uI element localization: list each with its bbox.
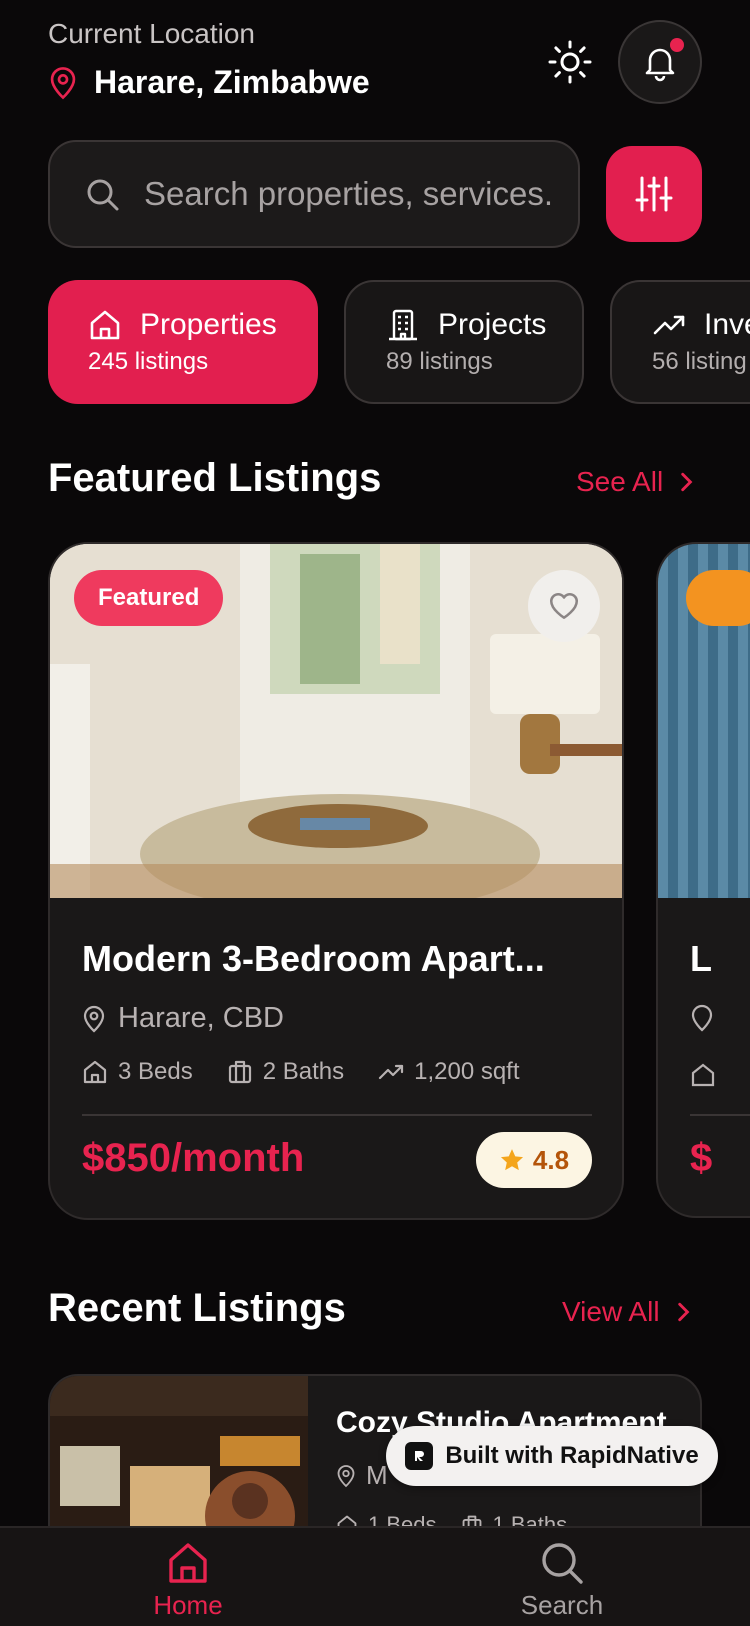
home-icon (83, 1060, 107, 1084)
location-selector[interactable]: Harare, Zimbabwe (48, 64, 370, 101)
star-icon (500, 1149, 523, 1171)
listing-badge (686, 570, 750, 626)
category-label: Properties (140, 308, 277, 341)
listing-title: L (690, 938, 712, 979)
area-text: 1,200 sqft (414, 1058, 520, 1085)
chevron-right-icon (681, 472, 693, 492)
listing-meta: 3 Beds 2 Baths 1,200 sqft (82, 1058, 520, 1086)
view-all-label: View All (562, 1296, 660, 1327)
home-icon (90, 310, 120, 340)
area-info: 1,200 sqft (378, 1058, 520, 1086)
search-placeholder: Search properties, services. (144, 175, 554, 212)
divider (82, 1114, 592, 1116)
recent-title: Recent Listings (48, 1286, 346, 1330)
trending-up-icon (653, 315, 685, 335)
map-pin-icon (83, 1005, 105, 1032)
map-pin-icon (691, 1004, 713, 1032)
category-projects[interactable]: Projects 89 listings (344, 280, 584, 404)
map-pin-icon (337, 1464, 355, 1487)
rapidnative-label: Built with RapidNative (445, 1442, 699, 1469)
see-all-link[interactable]: See All (576, 466, 697, 498)
listing-location: M (336, 1460, 388, 1491)
listing-title: Modern 3-Bedroom Apart... (82, 938, 545, 979)
category-investments[interactable]: Inve 56 listing (610, 280, 750, 404)
trending-up-icon (379, 1064, 404, 1080)
featured-listing-card[interactable]: Featured Modern 3-Bedroom Apart... Harar… (48, 542, 624, 1220)
category-label: Projects (438, 308, 547, 341)
nav-home-label: Home (153, 1590, 223, 1620)
featured-badge: Featured (74, 570, 224, 626)
filter-button[interactable] (606, 146, 702, 242)
listing-location-text: M (366, 1460, 388, 1490)
bath-icon (228, 1060, 251, 1084)
baths-info: 2 Baths (227, 1058, 344, 1086)
sun-icon (548, 40, 592, 84)
category-count: 56 listing (652, 348, 747, 375)
see-all-label: See All (576, 466, 664, 497)
category-scroller[interactable]: Properties 245 listings Projects 89 list… (48, 280, 750, 406)
notifications-button[interactable] (618, 20, 702, 104)
view-all-link[interactable]: View All (562, 1296, 694, 1328)
rating-badge: 4.8 (476, 1132, 592, 1188)
beds-text: 3 Beds (118, 1058, 193, 1085)
nav-search-label: Search (520, 1590, 604, 1620)
home-icon (691, 1063, 715, 1087)
listing-price: $850/month (82, 1136, 305, 1180)
location-city: Harare, Zimbabwe (94, 64, 370, 100)
heart-icon (549, 593, 579, 619)
rating-value: 4.8 (532, 1144, 570, 1175)
divider (690, 1114, 750, 1116)
theme-toggle-button[interactable] (546, 38, 594, 86)
category-count: 245 listings (88, 348, 209, 375)
building-icon (389, 309, 417, 341)
search-icon (87, 179, 119, 211)
home-icon (169, 1543, 207, 1583)
category-label: Inve (704, 308, 750, 341)
listing-image: Featured (50, 544, 622, 898)
nav-home[interactable]: Home (88, 1540, 288, 1621)
notification-dot (670, 38, 684, 52)
location-label: Current Location (48, 18, 256, 49)
map-pin-icon (50, 66, 76, 99)
beds-info: 3 Beds (82, 1058, 193, 1086)
listing-price: $ (690, 1136, 713, 1180)
listing-location: Harare, CBD (82, 1002, 284, 1035)
category-count: 89 listings (386, 348, 493, 375)
search-icon (542, 1543, 583, 1584)
featured-listing-card-2[interactable]: L $ (656, 542, 750, 1220)
featured-title: Featured Listings (48, 456, 382, 500)
favorite-button[interactable] (528, 570, 600, 642)
rapidnative-logo-icon (405, 1442, 434, 1470)
category-properties[interactable]: Properties 245 listings (48, 280, 318, 404)
search-input[interactable]: Search properties, services. (48, 140, 580, 248)
bottom-navigation: Home Search (0, 1526, 750, 1626)
sliders-icon (635, 176, 673, 212)
listing-location-text: Harare, CBD (118, 1002, 284, 1034)
chevron-right-icon (677, 1302, 689, 1322)
baths-text: 2 Baths (262, 1058, 345, 1085)
nav-search[interactable]: Search (462, 1540, 662, 1621)
rapidnative-badge[interactable]: Built with RapidNative (386, 1426, 718, 1486)
